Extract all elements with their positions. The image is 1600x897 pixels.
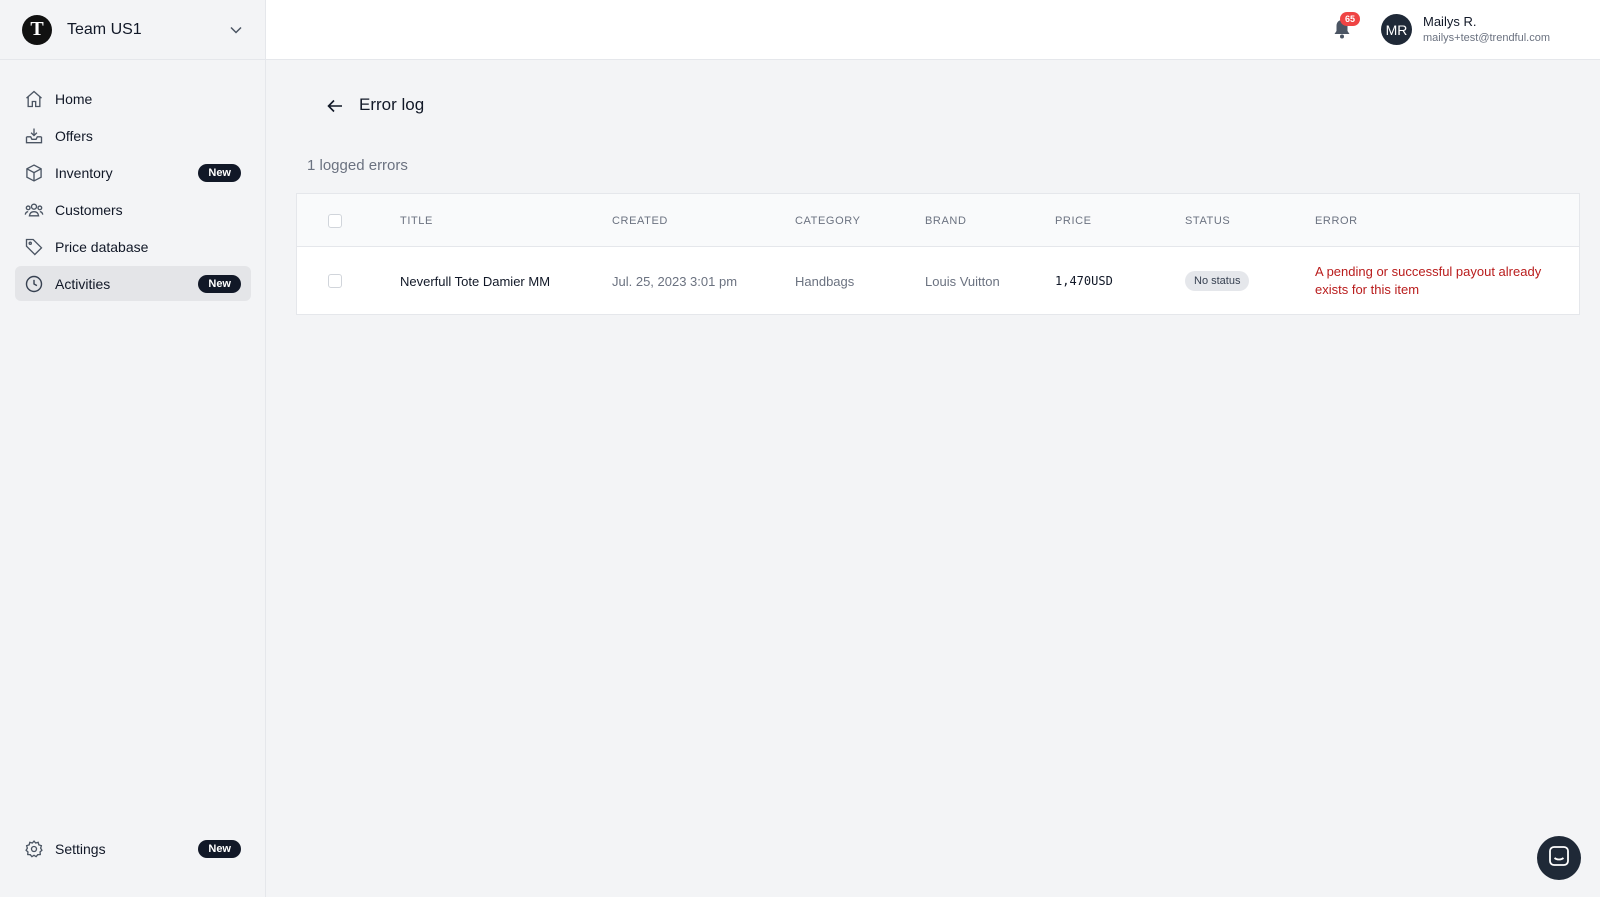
row-title[interactable]: Neverfull Tote Damier MM — [400, 274, 550, 289]
home-icon — [23, 88, 45, 110]
sidebar-item-label: Offers — [55, 127, 93, 144]
column-header-error[interactable]: ERROR — [1315, 215, 1358, 227]
sidebar-item-price-database[interactable]: Price database — [15, 229, 251, 264]
error-table: TITLE CREATED CATEGORY BRAND PRICE STATU… — [296, 193, 1580, 315]
new-badge: New — [198, 839, 241, 858]
user-email: mailys+test@trendful.com — [1423, 32, 1551, 44]
sidebar-item-label: Activities — [55, 275, 111, 292]
team-switcher[interactable]: T Team US1 — [0, 0, 265, 60]
team-logo: T — [22, 14, 52, 45]
column-header-title[interactable]: TITLE — [400, 215, 433, 227]
sidebar-item-customers[interactable]: Customers — [15, 192, 251, 227]
column-header-status[interactable]: STATUS — [1185, 215, 1230, 227]
row-category: Handbags — [795, 274, 855, 289]
users-icon — [23, 199, 45, 221]
sidebar-item-label: Inventory — [55, 164, 113, 181]
avatar[interactable]: MR — [1381, 14, 1412, 45]
inbox-icon — [23, 125, 45, 147]
sidebar-item-offers[interactable]: Offers — [15, 118, 251, 153]
sidebar-item-settings[interactable]: Settings New — [15, 831, 251, 866]
column-header-brand[interactable]: BRAND — [925, 215, 967, 227]
top-bar: 65 MR Mailys R. mailys+test@trendful.com — [266, 0, 1600, 60]
sidebar-item-inventory[interactable]: Inventory New — [15, 155, 251, 190]
sidebar: T Team US1 Home Offers Inventory New Cus… — [0, 0, 266, 897]
chat-launcher-button[interactable] — [1537, 836, 1581, 880]
table-row[interactable]: Neverfull Tote Damier MM Jul. 25, 2023 3… — [297, 247, 1579, 314]
row-error-message: A pending or successful payout already e… — [1315, 264, 1542, 297]
back-arrow-icon[interactable] — [325, 96, 345, 116]
row-price: 1,470USD — [1055, 274, 1113, 288]
sidebar-item-label: Customers — [55, 201, 123, 218]
user-name: Mailys R. — [1423, 14, 1477, 29]
sidebar-item-label: Price database — [55, 238, 149, 255]
clock-icon — [23, 273, 45, 295]
select-all-checkbox[interactable] — [328, 214, 342, 228]
cube-icon — [23, 162, 45, 184]
row-checkbox[interactable] — [328, 274, 342, 288]
column-header-price[interactable]: PRICE — [1055, 215, 1092, 227]
column-header-category[interactable]: CATEGORY — [795, 215, 861, 227]
chat-icon — [1548, 845, 1570, 872]
table-header: TITLE CREATED CATEGORY BRAND PRICE STATU… — [297, 194, 1579, 247]
new-badge: New — [198, 163, 241, 182]
row-created: Jul. 25, 2023 3:01 pm — [612, 274, 738, 289]
row-brand: Louis Vuitton — [925, 274, 1000, 289]
error-count: 1 logged errors — [307, 157, 408, 174]
tag-icon — [23, 236, 45, 258]
sidebar-nav: Home Offers Inventory New Customers Pric… — [15, 81, 251, 303]
notification-count-badge: 65 — [1340, 12, 1361, 26]
chevron-down-icon — [229, 23, 243, 37]
sidebar-item-label: Settings — [55, 840, 106, 857]
gear-icon — [23, 838, 45, 860]
sidebar-item-home[interactable]: Home — [15, 81, 251, 116]
page-title: Error log — [359, 95, 425, 114]
sidebar-item-label: Home — [55, 90, 93, 107]
new-badge: New — [198, 274, 241, 293]
column-header-created[interactable]: CREATED — [612, 215, 668, 227]
sidebar-item-activities[interactable]: Activities New — [15, 266, 251, 301]
status-badge: No status — [1185, 271, 1250, 291]
team-name: Team US1 — [67, 20, 142, 38]
